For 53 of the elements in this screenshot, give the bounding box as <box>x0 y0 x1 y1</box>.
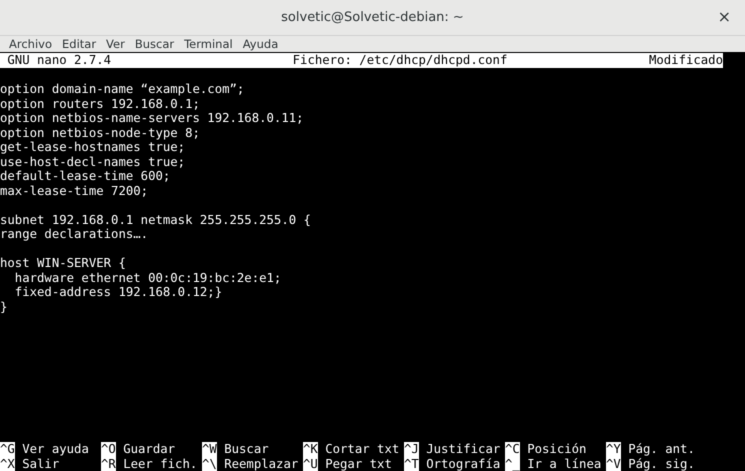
code-line: default-lease-time 600; <box>0 169 170 183</box>
shortcut-key: ^W <box>202 442 217 456</box>
shortcut-key: ^G <box>0 442 15 456</box>
code-line: fixed-address 192.168.0.12;} <box>14 285 222 299</box>
code-line: subnet 192.168.0.1 netmask 255.255.255.0 { <box>0 212 311 226</box>
shortcut-label: Pegar txt <box>324 456 392 471</box>
shortcut-key: ^C <box>505 442 520 456</box>
shortcut-label: Buscar <box>223 442 269 456</box>
shortcut-label: Leer fich. <box>122 456 198 471</box>
window-title: solvetic@Solvetic-debian: ~ <box>281 8 464 27</box>
shortcut-key: ^X <box>0 456 15 471</box>
shortcut-label: Pág. sig. <box>627 456 695 471</box>
code-line: range declarations…. <box>0 227 148 241</box>
shortcut-label: Salir <box>21 456 60 471</box>
code-line: hardware ethernet 00:0c:19:bc:2e:e1; <box>14 270 282 284</box>
shortcut-key: ^J <box>404 442 419 456</box>
shortcut-key: ^T <box>404 456 419 471</box>
close-button[interactable]: × <box>714 8 735 26</box>
menu-item[interactable]: Ayuda <box>238 36 284 52</box>
modified-status: Modificado <box>648 53 723 68</box>
shortcut-key: ^_ <box>505 456 520 471</box>
code-line: host WIN-SERVER { <box>0 256 126 270</box>
menu-item[interactable]: Buscar <box>130 36 180 52</box>
menu-item[interactable]: Archivo <box>4 36 57 52</box>
code-line: max-lease-time 7200; <box>0 184 148 198</box>
shortcut-label: Ver ayuda <box>21 442 89 456</box>
menu-item[interactable]: Terminal <box>179 36 238 52</box>
shortcut-key: ^\ <box>202 456 217 471</box>
shortcut-label: Pág. ant. <box>627 442 695 456</box>
file-name: Fichero: /etc/dhcp/dhcpd.conf <box>292 53 508 68</box>
shortcut-label: Ortografía <box>425 456 500 471</box>
shortcut-label: Ir a línea <box>526 456 602 471</box>
shortcut-label: Justificar <box>425 442 500 456</box>
shortcut-key: ^K <box>303 442 318 456</box>
shortcut-label: Guardar <box>122 442 176 456</box>
shortcut-key: ^O <box>101 442 116 456</box>
shortcut-key: ^V <box>606 456 621 471</box>
code-line: option domain-name “example.com”; <box>0 82 244 96</box>
code-line: option netbios-node-type 8; <box>0 126 200 140</box>
editor-version: GNU nano 2.7.4 <box>6 53 112 68</box>
code-line: use-host-decl-names true; <box>0 154 186 168</box>
shortcut-label: Reemplazar <box>223 456 298 471</box>
code-line: option netbios-name-servers 192.168.0.11; <box>0 111 304 125</box>
shortcut-label: Cortar txt <box>324 442 400 456</box>
shortcut-key: ^U <box>303 456 318 471</box>
code-line: get-lease-hostnames true; <box>0 140 186 154</box>
code-line: } <box>0 300 8 314</box>
menu-item[interactable]: Editar <box>57 36 102 52</box>
shortcut-label: Posición <box>526 442 586 456</box>
menu-item[interactable]: Ver <box>101 36 130 52</box>
code-line: option routers 192.168.0.1; <box>0 96 200 110</box>
shortcut-key: ^R <box>101 456 116 471</box>
shortcut-key: ^Y <box>606 442 621 456</box>
